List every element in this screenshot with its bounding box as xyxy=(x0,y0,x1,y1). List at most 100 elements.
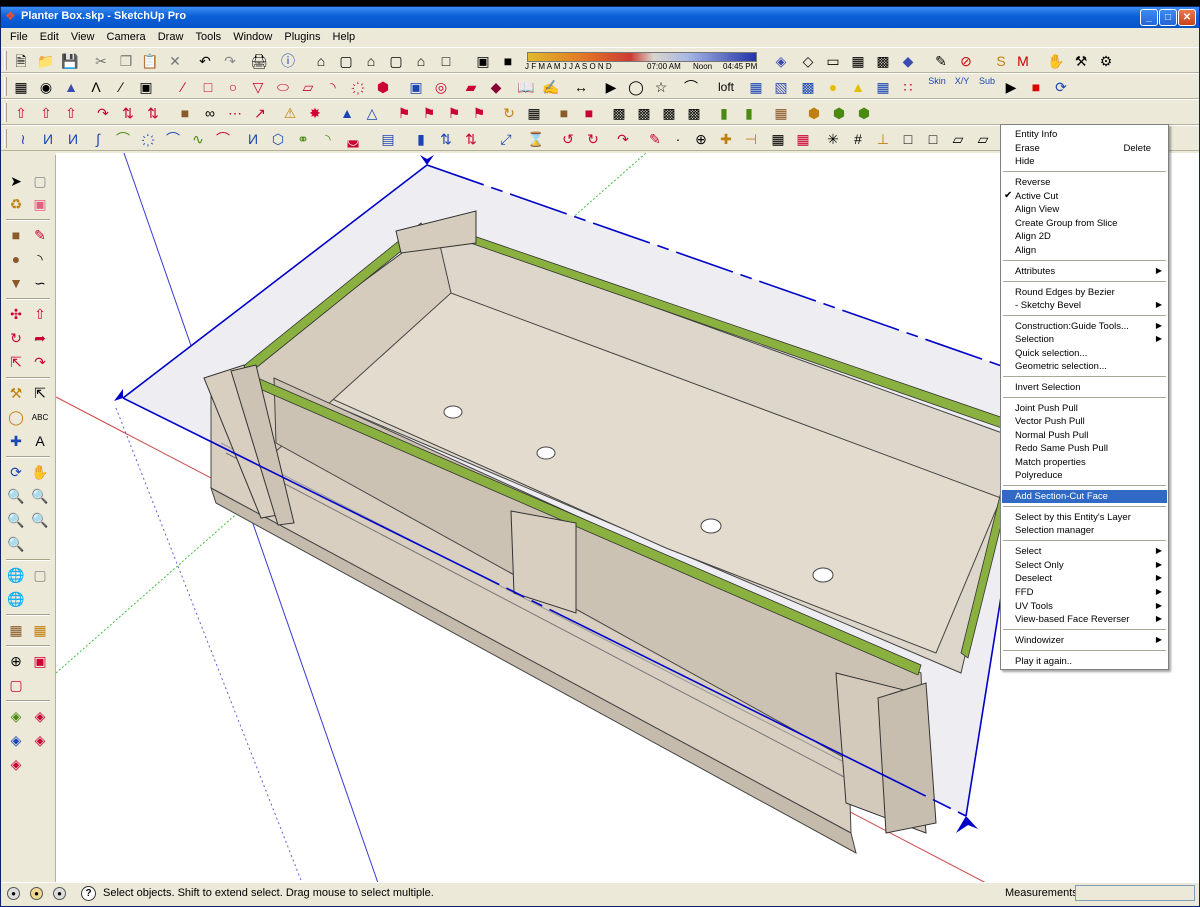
hex-icon[interactable]: ⬢ xyxy=(804,103,824,123)
right-view-icon[interactable]: ▢ xyxy=(386,51,406,71)
title-bar[interactable]: ❖ Planter Box.skp - SketchUp Pro _ □ ✕ xyxy=(1,7,1199,28)
updown-icon[interactable]: ⇅ xyxy=(436,129,456,149)
menu-geometric-selection[interactable]: Geometric selection... xyxy=(1002,360,1167,373)
make-component-icon[interactable]: ▢ xyxy=(30,171,50,191)
monochrome-icon[interactable]: ◆ xyxy=(898,51,918,71)
menu-construction-guide-tools[interactable]: Construction:Guide Tools... ▶ xyxy=(1002,320,1167,333)
back-view-icon[interactable]: ⌂ xyxy=(411,51,431,71)
spiral-icon[interactable]: ҉ xyxy=(348,77,368,97)
menu-create-group-from-slice[interactable]: Create Group from Slice xyxy=(1002,217,1167,230)
display-section-icon[interactable]: ⊘ xyxy=(956,51,976,71)
sketchup-app-icon[interactable]: ❖ xyxy=(5,10,18,23)
arc-curve2-icon[interactable]: ⌒ xyxy=(163,129,183,149)
sphere-icon[interactable]: ◉ xyxy=(36,77,56,97)
push-pull-tool-icon[interactable]: ⇧ xyxy=(30,304,50,324)
play-icon[interactable]: ▶ xyxy=(1001,77,1021,97)
figure3-icon[interactable]: ⚑ xyxy=(444,103,464,123)
box-icon[interactable]: ■ xyxy=(175,103,195,123)
rectangle-tool-icon[interactable]: ■ xyxy=(6,225,26,245)
toolbar-grip[interactable] xyxy=(4,103,7,122)
flag-icon[interactable]: ⚑ xyxy=(469,103,489,123)
toolbar-grip[interactable] xyxy=(4,77,7,96)
question-icon[interactable]: ? xyxy=(81,886,96,901)
hidden-line-icon[interactable]: ▭ xyxy=(823,51,843,71)
curve-arrow-icon[interactable]: ↷ xyxy=(93,103,113,123)
star-icon[interactable]: ☆ xyxy=(651,77,671,97)
spline-icon[interactable]: И xyxy=(63,129,83,149)
arc-icon[interactable]: ◝ xyxy=(323,77,343,97)
component-icon[interactable]: ▦ xyxy=(11,77,31,97)
toolbar-grip[interactable] xyxy=(4,51,7,70)
plugin-s-icon[interactable]: S xyxy=(991,51,1011,71)
menu-camera[interactable]: Camera xyxy=(107,28,146,43)
menu-vector-push-pull[interactable]: Vector Push Pull xyxy=(1002,415,1167,428)
line-tool-icon[interactable]: ∕ xyxy=(111,77,131,97)
push-pull-normal-icon[interactable]: ⇧ xyxy=(61,103,81,123)
yellow-cone-icon[interactable]: ▲ xyxy=(848,77,868,97)
scale-tool-icon[interactable]: ⇱ xyxy=(6,352,26,372)
dots-icon[interactable]: ⋯ xyxy=(225,103,245,123)
drape-icon[interactable]: ◈ xyxy=(6,754,26,774)
minimize-button[interactable]: _ xyxy=(1140,9,1158,26)
move-tool-icon[interactable]: ✣ xyxy=(6,304,26,324)
cube-grid-icon[interactable]: ▦ xyxy=(524,103,544,123)
path-icon[interactable]: ↗ xyxy=(250,103,270,123)
rotate-right-icon[interactable]: ↻ xyxy=(583,129,603,149)
smoove-icon[interactable]: ◈ xyxy=(6,730,26,750)
get-models-icon[interactable]: 🌐 xyxy=(6,565,26,585)
mesh-box3-icon[interactable]: ▩ xyxy=(659,103,679,123)
menu-entity-info[interactable]: Entity Info xyxy=(1002,128,1167,141)
walk-icon[interactable]: ▣ xyxy=(30,651,50,671)
grid-icon[interactable]: ▣ xyxy=(136,77,156,97)
copy-icon[interactable]: ❐ xyxy=(116,51,136,71)
shadow-settings-icon[interactable]: ▣ xyxy=(473,51,493,71)
red-box-icon[interactable]: ■ xyxy=(579,103,599,123)
curve-icon[interactable]: ⌒ xyxy=(681,77,701,97)
split-icon[interactable]: ▶ xyxy=(601,77,621,97)
rotate-left-icon[interactable]: ↺ xyxy=(558,129,578,149)
frame2-icon[interactable]: ▱ xyxy=(948,129,968,149)
ellipse-icon[interactable]: ⬭ xyxy=(273,77,293,97)
mesh-box4-icon[interactable]: ▩ xyxy=(684,103,704,123)
menu-align-view[interactable]: Align View xyxy=(1002,203,1167,216)
menu-deselect[interactable]: Deselect ▶ xyxy=(1002,572,1167,585)
mesh-box-icon[interactable]: ▩ xyxy=(609,103,629,123)
diamond-icon[interactable]: ◆ xyxy=(486,77,506,97)
menu-windowizer[interactable]: Windowizer ▶ xyxy=(1002,634,1167,647)
zoom-icon[interactable]: 🔍 xyxy=(6,486,26,506)
google-earth-icon[interactable]: 🌐 xyxy=(6,589,26,609)
maximize-button[interactable]: □ xyxy=(1159,9,1177,26)
shadow-date-slider[interactable] xyxy=(527,52,757,62)
measurements-input[interactable] xyxy=(1075,885,1195,901)
brown-box-icon[interactable]: ■ xyxy=(554,103,574,123)
share-model-icon[interactable]: ▢ xyxy=(30,565,50,585)
polyline-icon[interactable]: И xyxy=(38,129,58,149)
pencil-icon[interactable]: ✎ xyxy=(30,225,50,245)
ring-icon[interactable]: ◎ xyxy=(431,77,451,97)
menu-polyreduce[interactable]: Polyreduce xyxy=(1002,469,1167,482)
display-shadows-icon[interactable]: ■ xyxy=(498,51,518,71)
menu-add-section-cut-face[interactable]: Add Section-Cut Face xyxy=(1002,490,1167,503)
menu-attributes[interactable]: Attributes ▶ xyxy=(1002,265,1167,278)
redo-icon[interactable]: ↷ xyxy=(220,51,240,71)
shaded-textures-icon[interactable]: ▩ xyxy=(873,51,893,71)
skin-button[interactable]: Skin xyxy=(926,77,948,97)
frame-icon[interactable]: □ xyxy=(923,129,943,149)
protractor-icon[interactable]: ◯ xyxy=(6,407,26,427)
orbit-icon[interactable]: ⟳ xyxy=(6,462,26,482)
tee-icon[interactable]: ⊥ xyxy=(873,129,893,149)
menu-normal-push-pull[interactable]: Normal Push Pull xyxy=(1002,429,1167,442)
menu-sketchy-bevel[interactable]: - Sketchy Bevel ▶ xyxy=(1002,299,1167,312)
zoom-extents-icon[interactable]: 🔍 xyxy=(30,510,50,530)
paint-bucket-icon[interactable]: ♻ xyxy=(6,194,26,214)
menu-erase[interactable]: Erase Delete xyxy=(1002,142,1167,155)
left-view-icon[interactable]: □ xyxy=(436,51,456,71)
draw-line-icon[interactable]: ∕ xyxy=(173,77,193,97)
menu-play-it-again[interactable]: Play it again.. xyxy=(1002,655,1167,668)
plugin-stamp-icon[interactable]: ⚙ xyxy=(1096,51,1116,71)
menu-tools[interactable]: Tools xyxy=(195,28,221,43)
cut-icon[interactable]: ✂ xyxy=(91,51,111,71)
geo-location-icon[interactable]: ● xyxy=(7,887,20,900)
menu-reverse[interactable]: Reverse xyxy=(1002,176,1167,189)
top-view-icon[interactable]: ▢ xyxy=(336,51,356,71)
